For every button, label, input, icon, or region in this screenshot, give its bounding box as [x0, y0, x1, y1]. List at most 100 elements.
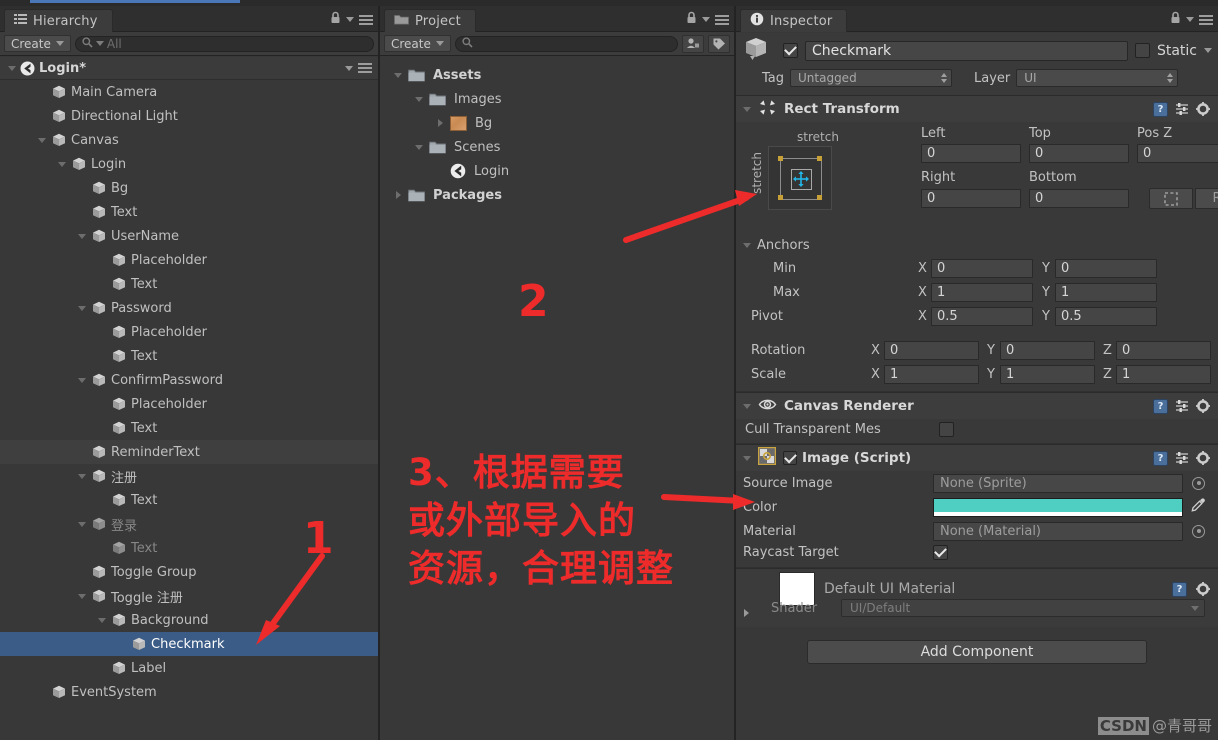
- right-input[interactable]: 0: [921, 189, 1021, 208]
- tab-hierarchy[interactable]: Hierarchy: [4, 9, 113, 32]
- tab-inspector[interactable]: Inspector: [740, 9, 848, 32]
- rotation-x-input[interactable]: 0: [884, 340, 979, 360]
- expand-collapse-icon[interactable]: [413, 144, 425, 150]
- hierarchy-row-placeholder[interactable]: Placeholder: [0, 320, 378, 344]
- expand-collapse-icon[interactable]: [76, 233, 87, 239]
- image-enabled-checkbox[interactable]: [783, 451, 797, 465]
- scene-expand-icon[interactable]: [8, 65, 16, 71]
- hierarchy-search-input[interactable]: All: [74, 35, 374, 52]
- anchor-min-x-input[interactable]: 0: [931, 258, 1033, 278]
- panel-menu-icon[interactable]: [359, 14, 373, 25]
- gear-icon[interactable]: [1196, 450, 1211, 466]
- hierarchy-row-text[interactable]: Text: [0, 488, 378, 512]
- hierarchy-row-placeholder[interactable]: Placeholder: [0, 392, 378, 416]
- project-row-login[interactable]: Login: [380, 159, 734, 183]
- gear-icon[interactable]: [1196, 101, 1211, 117]
- hierarchy-row-remindertext[interactable]: ReminderText: [0, 440, 378, 464]
- expand-collapse-icon[interactable]: [413, 96, 425, 102]
- anchor-min-y-input[interactable]: 0: [1055, 258, 1157, 278]
- hierarchy-row-text[interactable]: Text: [0, 536, 378, 560]
- chevron-down-icon[interactable]: [702, 17, 710, 22]
- hierarchy-row-label[interactable]: Label: [0, 656, 378, 680]
- static-dropdown-chevron-icon[interactable]: [1204, 48, 1212, 53]
- anchors-collapse-icon[interactable]: [743, 242, 751, 248]
- source-image-objectfield[interactable]: None (Sprite): [933, 473, 1183, 493]
- collapse-icon[interactable]: [743, 106, 751, 112]
- hierarchy-row-注册[interactable]: 注册: [0, 464, 378, 488]
- raycast-target-checkbox[interactable]: [933, 544, 948, 560]
- left-input[interactable]: 0: [921, 144, 1021, 163]
- rotation-y-input[interactable]: 0: [1000, 340, 1095, 360]
- object-name-input[interactable]: Checkmark: [805, 40, 1128, 61]
- expand-collapse-icon[interactable]: [392, 191, 404, 199]
- expand-collapse-icon[interactable]: [392, 72, 404, 78]
- help-icon[interactable]: ?: [1153, 450, 1168, 466]
- top-input[interactable]: 0: [1029, 144, 1129, 163]
- hierarchy-row-text[interactable]: Text: [0, 344, 378, 368]
- help-icon[interactable]: ?: [1153, 398, 1168, 414]
- object-picker-icon[interactable]: [1192, 524, 1205, 538]
- shader-dropdown[interactable]: UI/Default: [841, 599, 1205, 617]
- expand-collapse-icon[interactable]: [96, 617, 107, 623]
- anchors-foldout[interactable]: Anchors: [736, 234, 1218, 256]
- filter-by-label-button[interactable]: [708, 34, 730, 53]
- filter-by-type-button[interactable]: [682, 34, 704, 53]
- hierarchy-row-登录[interactable]: 登录: [0, 512, 378, 536]
- hierarchy-row-checkmark[interactable]: Checkmark: [0, 632, 378, 656]
- hierarchy-row-background[interactable]: Background: [0, 608, 378, 632]
- help-icon[interactable]: ?: [1153, 101, 1168, 117]
- project-row-assets[interactable]: Assets: [380, 63, 734, 87]
- lock-icon[interactable]: [330, 11, 341, 28]
- hierarchy-row-placeholder[interactable]: Placeholder: [0, 248, 378, 272]
- hierarchy-row-main-camera[interactable]: Main Camera: [0, 80, 378, 104]
- expand-collapse-icon[interactable]: [76, 377, 87, 383]
- pivot-y-input[interactable]: 0.5: [1055, 306, 1157, 326]
- canvas-renderer-header[interactable]: Canvas Renderer ?: [736, 393, 1218, 419]
- expand-collapse-icon[interactable]: [434, 119, 446, 127]
- object-enabled-checkbox[interactable]: [783, 43, 798, 58]
- gear-icon[interactable]: [1196, 398, 1211, 414]
- anchor-max-x-input[interactable]: 1: [931, 282, 1033, 302]
- posz-input[interactable]: 0: [1137, 144, 1218, 163]
- project-row-bg[interactable]: Bg: [380, 111, 734, 135]
- panel-menu-icon[interactable]: [715, 14, 729, 25]
- static-checkbox[interactable]: [1134, 43, 1150, 58]
- material-objectfield[interactable]: None (Material): [933, 521, 1183, 541]
- chevron-down-icon[interactable]: [346, 17, 354, 22]
- hierarchy-row-directional-light[interactable]: Directional Light: [0, 104, 378, 128]
- expand-collapse-icon[interactable]: [36, 137, 47, 143]
- chevron-down-icon[interactable]: [345, 65, 353, 71]
- object-picker-icon[interactable]: [1192, 476, 1205, 490]
- preset-icon[interactable]: [1175, 399, 1189, 413]
- scene-root-row[interactable]: Login*: [0, 57, 378, 80]
- project-row-packages[interactable]: Packages: [380, 183, 734, 207]
- add-component-button[interactable]: Add Component: [807, 640, 1147, 664]
- hierarchy-row-text[interactable]: Text: [0, 416, 378, 440]
- tab-project[interactable]: Project: [384, 9, 476, 32]
- hierarchy-row-confirmpassword[interactable]: ConfirmPassword: [0, 368, 378, 392]
- pivot-x-input[interactable]: 0.5: [931, 306, 1033, 326]
- hierarchy-row-username[interactable]: UserName: [0, 224, 378, 248]
- hierarchy-create-button[interactable]: Create: [4, 35, 71, 52]
- help-icon[interactable]: ?: [1172, 581, 1187, 597]
- collapse-icon[interactable]: [743, 403, 751, 409]
- hierarchy-row-text[interactable]: Text: [0, 200, 378, 224]
- expand-collapse-icon[interactable]: [76, 521, 87, 527]
- anchor-max-y-input[interactable]: 1: [1055, 282, 1157, 302]
- preset-icon[interactable]: [1175, 451, 1189, 465]
- material-expand-icon[interactable]: [744, 609, 749, 617]
- preset-icon[interactable]: [1175, 102, 1189, 116]
- hierarchy-row-bg[interactable]: Bg: [0, 176, 378, 200]
- hierarchy-row-canvas[interactable]: Canvas: [0, 128, 378, 152]
- cull-transparent-mesh-checkbox[interactable]: [939, 421, 954, 437]
- project-create-button[interactable]: Create: [384, 35, 451, 52]
- gear-icon[interactable]: [1196, 581, 1211, 597]
- tag-dropdown[interactable]: Untagged: [790, 69, 952, 87]
- bottom-input[interactable]: 0: [1029, 189, 1129, 208]
- scale-z-input[interactable]: 1: [1116, 364, 1211, 384]
- scale-y-input[interactable]: 1: [1000, 364, 1095, 384]
- color-swatch[interactable]: [933, 497, 1183, 517]
- lock-icon[interactable]: [686, 11, 697, 28]
- project-row-images[interactable]: Images: [380, 87, 734, 111]
- expand-collapse-icon[interactable]: [56, 161, 67, 167]
